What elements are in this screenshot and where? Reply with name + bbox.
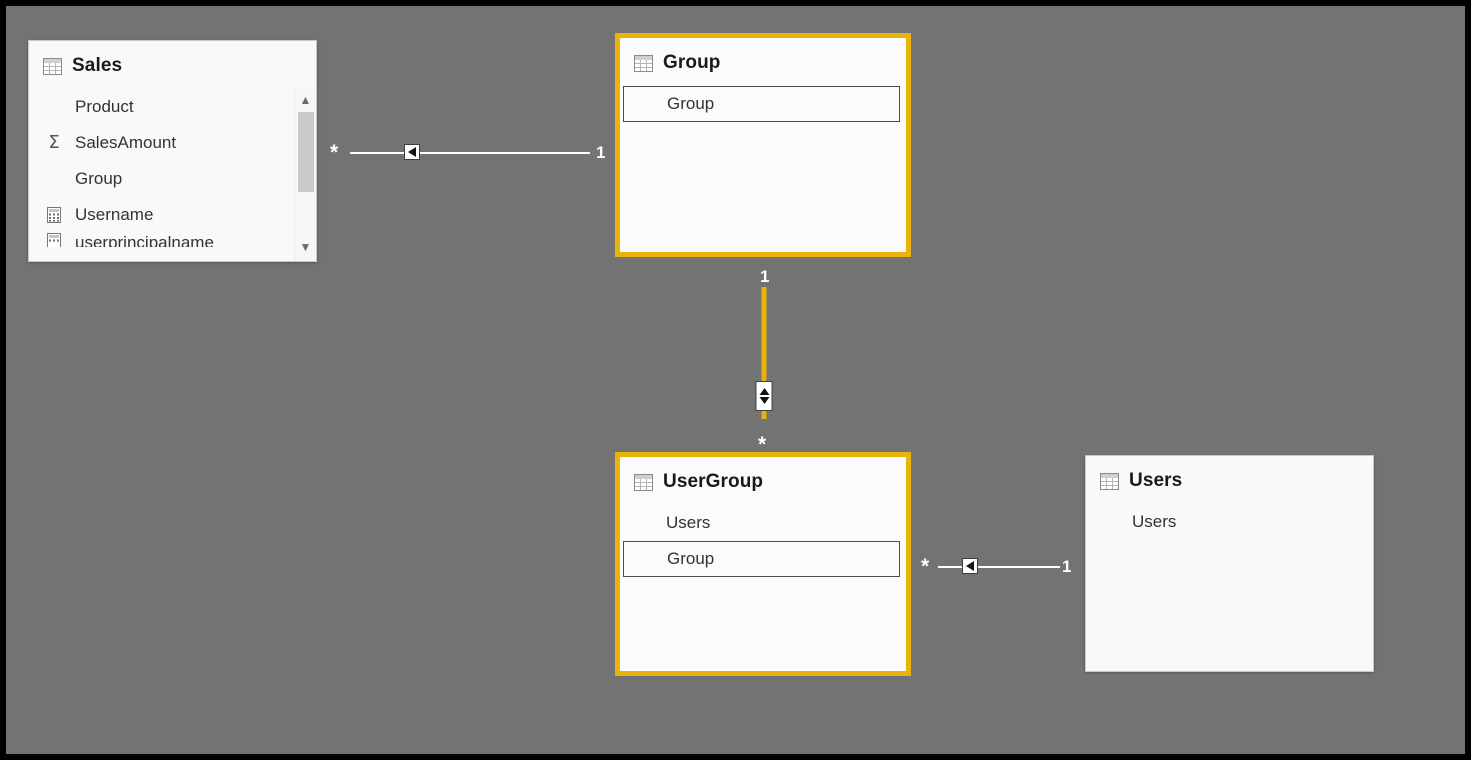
- relationship-sales-group[interactable]: [350, 138, 590, 166]
- field-row-highlighted[interactable]: Group: [623, 86, 900, 122]
- cardinality-label-one: 1: [1062, 557, 1072, 576]
- field-label: userprincipalname: [75, 233, 214, 247]
- field-label: Group: [667, 549, 715, 568]
- table-icon: [634, 54, 653, 72]
- scrollbar-thumb[interactable]: [298, 112, 314, 192]
- triangle-up-icon: [759, 388, 769, 395]
- cardinality-label-many: *: [758, 433, 767, 456]
- cardinality-label-one: 1: [596, 143, 606, 162]
- table-header-usergroup: UserGroup: [620, 457, 906, 503]
- table-title-users: Users: [1129, 470, 1183, 491]
- table-card-users[interactable]: Users Users: [1085, 455, 1374, 672]
- field-label: Group: [667, 94, 715, 113]
- field-list-group: Group: [620, 84, 906, 252]
- cardinality-label-many: *: [330, 141, 339, 164]
- cross-filter-direction-both-icon[interactable]: [755, 381, 773, 411]
- field-row-clipped[interactable]: userprincipalname: [29, 233, 316, 247]
- field-list-users: Users: [1086, 502, 1373, 671]
- screenshot-frame: Sales Product Σ SalesAmount Group Userna…: [0, 0, 1471, 760]
- field-label: SalesAmount: [75, 133, 177, 152]
- calculator-icon: [43, 207, 65, 223]
- field-list-sales: Product Σ SalesAmount Group Username use…: [29, 87, 316, 261]
- model-view-canvas[interactable]: Sales Product Σ SalesAmount Group Userna…: [6, 6, 1465, 754]
- table-header-group: Group: [620, 38, 906, 84]
- relationship-usergroup-users[interactable]: [938, 552, 1060, 580]
- field-row[interactable]: Users: [1086, 504, 1373, 540]
- field-row[interactable]: Σ SalesAmount: [29, 125, 316, 161]
- table-header-sales: Sales: [29, 41, 316, 87]
- field-label: Users: [666, 513, 711, 532]
- triangle-left-icon: [408, 147, 416, 157]
- triangle-down-icon: [759, 397, 769, 404]
- field-list-usergroup: Users Group: [620, 503, 906, 671]
- field-row-highlighted[interactable]: Group: [623, 541, 900, 577]
- field-row[interactable]: Username: [29, 197, 316, 233]
- table-title-usergroup: UserGroup: [663, 471, 764, 492]
- relationship-group-usergroup[interactable]: [754, 287, 774, 419]
- cross-filter-direction-single-icon[interactable]: [962, 558, 978, 574]
- field-label: Username: [75, 205, 154, 224]
- sigma-icon: Σ: [48, 132, 60, 153]
- table-icon: [43, 57, 62, 75]
- table-icon: [634, 473, 653, 491]
- relationship-line: [938, 566, 1060, 568]
- table-card-sales[interactable]: Sales Product Σ SalesAmount Group Userna…: [28, 40, 317, 262]
- cardinality-label-many: *: [921, 555, 930, 578]
- table-title-sales: Sales: [72, 55, 123, 76]
- field-label: Product: [75, 97, 134, 116]
- table-card-group[interactable]: Group Group: [615, 33, 911, 257]
- field-row[interactable]: Group: [29, 161, 316, 197]
- chevron-down-icon[interactable]: ▼: [295, 235, 316, 259]
- field-label: Users: [1132, 512, 1177, 531]
- cross-filter-direction-single-icon[interactable]: [404, 144, 420, 160]
- table-card-usergroup[interactable]: UserGroup Users Group: [615, 452, 911, 676]
- field-row[interactable]: Product: [29, 89, 316, 125]
- cardinality-label-one: 1: [760, 267, 770, 286]
- table-title-group: Group: [663, 52, 721, 73]
- triangle-left-icon: [966, 561, 974, 571]
- table-header-users: Users: [1086, 456, 1373, 502]
- calculator-icon: [43, 233, 65, 247]
- table-icon: [1100, 472, 1119, 490]
- sales-vertical-scrollbar[interactable]: ▲ ▼: [294, 88, 316, 261]
- chevron-up-icon[interactable]: ▲: [295, 88, 316, 112]
- field-label: Group: [75, 169, 123, 188]
- relationship-line: [350, 152, 590, 154]
- field-row[interactable]: Users: [620, 505, 906, 541]
